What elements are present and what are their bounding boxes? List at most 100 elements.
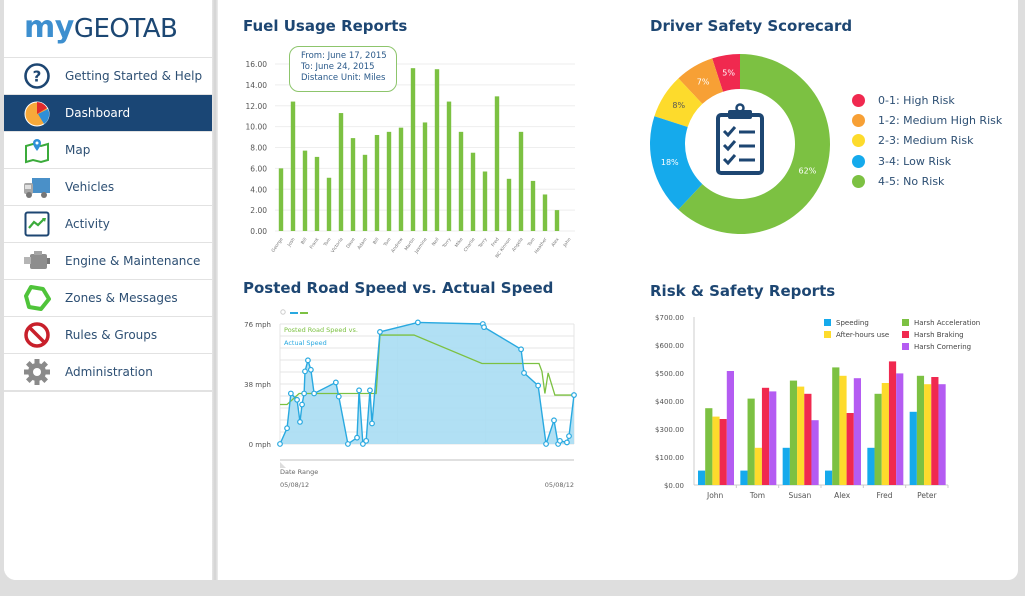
actual-speed-point[interactable]: [377, 328, 383, 335]
fuel-bar[interactable]: [530, 180, 536, 231]
mygeotab-logo[interactable]: myGEOTAB: [24, 10, 178, 47]
risk-bar[interactable]: [825, 470, 833, 485]
risk-bar[interactable]: [789, 380, 798, 485]
actual-speed-point[interactable]: [299, 401, 305, 408]
risk-bar[interactable]: [916, 375, 925, 485]
risk-bar[interactable]: [938, 384, 946, 485]
actual-speed-point[interactable]: [305, 357, 311, 364]
risk-legend-item[interactable]: Harsh Acceleration: [902, 319, 980, 327]
fuel-bar[interactable]: [278, 168, 284, 231]
actual-speed-point[interactable]: [356, 387, 362, 394]
actual-speed-point[interactable]: [414, 319, 421, 326]
risk-bar[interactable]: [712, 416, 720, 485]
fuel-bar[interactable]: [290, 101, 296, 231]
sidebar-item-map[interactable]: Map: [4, 131, 212, 168]
actual-speed-point[interactable]: [345, 441, 351, 447]
actual-speed-point[interactable]: [302, 368, 308, 375]
risk-bar[interactable]: [931, 377, 939, 485]
fuel-bar[interactable]: [422, 122, 428, 231]
sidebar-item-administration[interactable]: Administration: [4, 353, 212, 392]
risk-bar[interactable]: [719, 419, 727, 485]
actual-speed-point[interactable]: [543, 441, 549, 447]
zoom-icon[interactable]: [280, 309, 286, 315]
risk-bar[interactable]: [874, 393, 882, 485]
actual-speed-point[interactable]: [301, 390, 308, 397]
risk-bar[interactable]: [740, 470, 748, 485]
actual-speed-point[interactable]: [335, 393, 342, 400]
fuel-bar[interactable]: [398, 127, 404, 231]
risk-bar[interactable]: [754, 447, 762, 485]
fuel-bar[interactable]: [434, 69, 440, 231]
sidebar-item-dashboard[interactable]: Dashboard: [4, 94, 212, 131]
risk-legend-item[interactable]: Harsh Braking: [902, 331, 964, 339]
actual-speed-point[interactable]: [294, 396, 300, 403]
risk-bar[interactable]: [747, 398, 755, 485]
risk-bar[interactable]: [782, 447, 790, 485]
fuel-bar[interactable]: [482, 171, 488, 231]
fuel-bar[interactable]: [518, 131, 524, 231]
fuel-bar[interactable]: [386, 131, 392, 231]
fuel-bar[interactable]: [458, 131, 464, 231]
fuel-bar[interactable]: [494, 96, 500, 231]
sidebar-item-activity[interactable]: Activity: [4, 205, 212, 242]
donut-legend-item[interactable]: 4-5: No Risk: [852, 171, 1002, 191]
fuel-bar[interactable]: [506, 178, 512, 231]
risk-bar[interactable]: [839, 375, 847, 485]
risk-bar[interactable]: [924, 384, 932, 485]
actual-speed-point[interactable]: [566, 433, 572, 440]
fuel-bar[interactable]: [314, 156, 320, 231]
risk-bar[interactable]: [896, 373, 904, 485]
risk-bar[interactable]: [888, 361, 897, 485]
fuel-bar[interactable]: [338, 113, 344, 231]
fuel-bar[interactable]: [362, 154, 368, 231]
risk-bar[interactable]: [832, 367, 840, 485]
sidebar-item-rules-groups[interactable]: Rules & Groups: [4, 316, 212, 353]
risk-bar[interactable]: [846, 413, 854, 485]
fuel-bar[interactable]: [410, 68, 416, 231]
actual-speed-point[interactable]: [332, 379, 339, 386]
actual-speed-point[interactable]: [369, 420, 375, 427]
actual-speed-point[interactable]: [564, 439, 570, 446]
fuel-bar[interactable]: [470, 152, 476, 231]
fuel-bar[interactable]: [554, 210, 560, 231]
fuel-bar[interactable]: [350, 138, 356, 231]
actual-speed-point[interactable]: [297, 418, 303, 425]
risk-bar[interactable]: [698, 470, 706, 485]
sidebar-item-getting-started-help[interactable]: ? Getting Started & Help: [4, 57, 212, 94]
donut-legend-item[interactable]: 2-3: Medium Risk: [852, 131, 1002, 151]
risk-legend-item[interactable]: After-hours use: [824, 331, 889, 339]
donut-legend-item[interactable]: 0-1: High Risk: [852, 90, 1002, 110]
risk-bar[interactable]: [769, 391, 777, 485]
fuel-bar[interactable]: [542, 194, 548, 231]
actual-speed-point[interactable]: [556, 437, 563, 444]
risk-bar[interactable]: [881, 383, 889, 485]
risk-legend-item[interactable]: Harsh Cornering: [902, 343, 971, 351]
fuel-bar[interactable]: [446, 101, 452, 231]
actual-speed-point[interactable]: [287, 390, 294, 397]
actual-speed-point[interactable]: [277, 441, 283, 447]
actual-speed-point[interactable]: [363, 437, 370, 444]
actual-speed-point[interactable]: [551, 417, 557, 424]
risk-bar[interactable]: [761, 387, 770, 485]
risk-bar[interactable]: [804, 393, 812, 485]
actual-speed-point[interactable]: [518, 346, 524, 353]
actual-speed-point[interactable]: [284, 425, 290, 432]
sidebar-item-engine-maintenance[interactable]: Engine & Maintenance: [4, 242, 212, 279]
risk-bar[interactable]: [867, 447, 875, 485]
risk-bar[interactable]: [853, 378, 861, 485]
actual-speed-point[interactable]: [481, 324, 487, 331]
fuel-bar[interactable]: [374, 134, 380, 231]
sidebar-item-vehicles[interactable]: Vehicles: [4, 168, 212, 205]
actual-speed-point[interactable]: [354, 434, 360, 441]
donut-legend-item[interactable]: 1-2: Medium High Risk: [852, 110, 1002, 130]
actual-speed-point[interactable]: [571, 392, 577, 398]
actual-speed-point[interactable]: [367, 387, 373, 394]
risk-bar[interactable]: [909, 411, 917, 485]
actual-speed-point[interactable]: [307, 366, 314, 373]
donut-legend-item[interactable]: 3-4: Low Risk: [852, 151, 1002, 171]
actual-speed-point[interactable]: [311, 390, 318, 397]
date-range-scrollbar[interactable]: [280, 459, 574, 461]
sidebar-item-zones-messages[interactable]: Zones & Messages: [4, 279, 212, 316]
risk-bar[interactable]: [811, 420, 819, 485]
risk-bar[interactable]: [726, 371, 734, 485]
